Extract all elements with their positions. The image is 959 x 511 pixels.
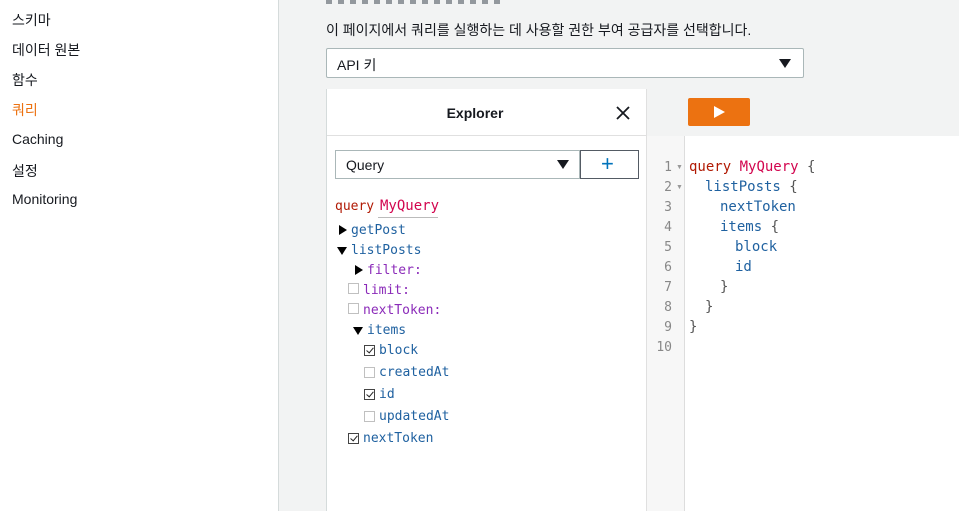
sidebar-item-data-sources[interactable]: 데이터 원본 xyxy=(12,40,80,60)
auth-description: 이 페이지에서 쿼리를 실행하는 데 사용할 권한 부여 공급자를 선택합니다. xyxy=(326,22,752,38)
explorer-panel: Explorer Query + query MyQuery getPost l… xyxy=(326,89,647,511)
plus-icon: + xyxy=(601,151,614,176)
line-number: 5 xyxy=(664,240,672,255)
field-updatedat[interactable]: updatedAt xyxy=(379,409,449,424)
fold-arrow-icon[interactable]: ▼ xyxy=(676,184,683,191)
auth-provider-select[interactable]: API 키 xyxy=(326,48,804,78)
field-id[interactable]: id xyxy=(379,387,395,402)
line-number: 9 xyxy=(664,320,672,335)
line-number: 3 xyxy=(664,200,672,215)
operation-name-underline xyxy=(378,217,438,218)
editor-toolbar xyxy=(647,89,959,136)
query-editor[interactable]: 1 ▼ 2 ▼ 3 4 5 6 7 8 9 10 query MyQuery {… xyxy=(647,136,959,511)
arg-filter[interactable]: filter: xyxy=(367,263,422,278)
checkbox-updatedat[interactable] xyxy=(364,411,375,422)
operation-type-value: Query xyxy=(346,157,385,173)
collapse-arrow-icon[interactable] xyxy=(337,247,347,255)
checkbox-createdat[interactable] xyxy=(364,367,375,378)
collapse-arrow-icon[interactable] xyxy=(353,327,363,335)
explorer-title: Explorer xyxy=(446,105,504,121)
checkbox-limit[interactable] xyxy=(348,283,359,294)
code-line-1: query MyQuery { xyxy=(689,159,816,175)
line-number: 8 xyxy=(664,300,672,315)
line-number: 10 xyxy=(656,340,672,355)
sidebar-item-cut-off xyxy=(12,0,102,2)
arg-nexttoken[interactable]: nextToken: xyxy=(363,303,441,318)
code-line-4: items { xyxy=(720,219,780,235)
code-line-3: nextToken xyxy=(720,199,796,215)
caret-down-icon xyxy=(779,59,791,68)
line-number: 4 xyxy=(664,220,672,235)
query-keyword: query xyxy=(335,199,375,214)
checkbox-nexttoken[interactable] xyxy=(348,433,359,444)
field-listposts[interactable]: listPosts xyxy=(351,243,421,258)
operation-name-input[interactable]: MyQuery xyxy=(380,198,439,214)
fold-arrow-icon[interactable]: ▼ xyxy=(676,164,683,171)
cut-off-heading xyxy=(326,0,506,4)
line-number-gutter: 1 ▼ 2 ▼ 3 4 5 6 7 8 9 10 xyxy=(647,136,685,511)
expand-arrow-icon[interactable] xyxy=(339,225,347,235)
code-line-2: listPosts { xyxy=(705,179,798,195)
sidebar-item-settings[interactable]: 설정 xyxy=(12,161,38,181)
auth-provider-value: API 키 xyxy=(337,57,377,73)
sidebar-item-queries[interactable]: 쿼리 xyxy=(12,100,38,120)
code-line-5: block xyxy=(735,239,778,255)
sidebar-item-functions[interactable]: 함수 xyxy=(12,70,38,90)
checkbox-id[interactable] xyxy=(364,389,375,400)
field-nexttoken[interactable]: nextToken xyxy=(363,431,433,446)
line-number: 1 xyxy=(664,160,672,175)
run-query-button[interactable] xyxy=(688,98,750,126)
caret-down-icon xyxy=(557,160,569,169)
close-icon[interactable] xyxy=(615,105,631,121)
line-number: 7 xyxy=(664,280,672,295)
field-items[interactable]: items xyxy=(367,323,406,338)
field-block[interactable]: block xyxy=(379,343,418,358)
code-line-7: } xyxy=(720,279,729,295)
sidebar: 스키마 데이터 원본 함수 쿼리 Caching 설정 Monitoring xyxy=(0,0,279,511)
sidebar-item-schema[interactable]: 스키마 xyxy=(12,10,51,30)
divider xyxy=(327,135,646,136)
line-number: 6 xyxy=(664,260,672,275)
line-number: 2 xyxy=(664,180,672,195)
field-getpost[interactable]: getPost xyxy=(351,223,406,238)
add-operation-button[interactable]: + xyxy=(580,150,639,179)
operation-type-select[interactable]: Query xyxy=(335,150,580,179)
code-line-6: id xyxy=(735,259,752,275)
arg-limit[interactable]: limit: xyxy=(363,283,410,298)
field-createdat[interactable]: createdAt xyxy=(379,365,449,380)
checkbox-nexttoken-arg[interactable] xyxy=(348,303,359,314)
code-line-9: } xyxy=(689,319,698,335)
sidebar-item-monitoring[interactable]: Monitoring xyxy=(12,191,77,207)
expand-arrow-icon[interactable] xyxy=(355,265,363,275)
code-line-8: } xyxy=(705,299,714,315)
sidebar-item-caching[interactable]: Caching xyxy=(12,131,63,147)
checkbox-block[interactable] xyxy=(364,345,375,356)
